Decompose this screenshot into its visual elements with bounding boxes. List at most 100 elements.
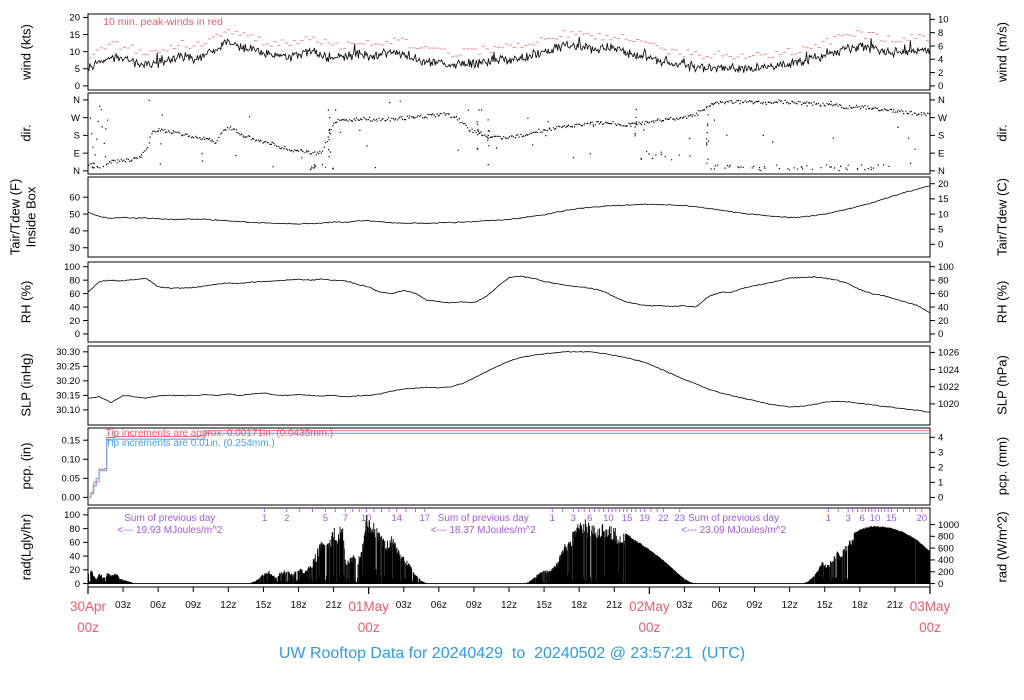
svg-text:<--- 18.37 MJoules/m^2: <--- 18.37 MJoules/m^2 [431, 525, 536, 536]
svg-text:6: 6 [938, 41, 943, 52]
panel-temp: 30 40 50 60 0 5 10 15 20 [69, 176, 949, 258]
svg-text:19: 19 [639, 513, 650, 524]
svg-text:06z: 06z [431, 600, 447, 611]
svg-text:0: 0 [938, 579, 943, 590]
svg-text:N: N [73, 166, 80, 177]
svg-text:E: E [938, 148, 944, 159]
svg-text:1: 1 [550, 513, 555, 524]
svg-text:N: N [938, 166, 945, 177]
svg-text:<--- 23.09 MJoules/m^2: <--- 23.09 MJoules/m^2 [681, 525, 786, 536]
svg-text:21z: 21z [887, 600, 903, 611]
svg-text:6: 6 [587, 513, 592, 524]
svg-text:40: 40 [938, 302, 949, 313]
svg-text:80: 80 [69, 275, 80, 286]
panel-pcp: 0.00 0.05 0.10 0.15 0 1 2 3 4 Tip increments are … [62, 427, 943, 506]
svg-text:1020: 1020 [938, 399, 959, 410]
svg-text:<--- 19.93 MJoules/m^2: <--- 19.93 MJoules/m^2 [117, 525, 222, 536]
svg-text:03z: 03z [115, 600, 131, 611]
svg-text:Tip increments are 0.01in. (0.: Tip increments are 0.01in. (0.254mm.) [106, 438, 275, 449]
svg-text:30.25: 30.25 [56, 362, 80, 373]
weather-dashboard: { "title": {"text": "UW Rooftop Data for… [0, 0, 1024, 700]
svg-text:100: 100 [64, 510, 80, 521]
svg-text:80: 80 [938, 275, 949, 286]
svg-text:2: 2 [938, 68, 943, 79]
svg-text:20: 20 [69, 13, 80, 24]
svg-text:Sum of previous day: Sum of previous day [438, 513, 529, 524]
svg-text:600: 600 [938, 543, 954, 554]
pcp-right-axis-label: pcp. (mm) [994, 436, 1010, 496]
svg-text:1024: 1024 [938, 365, 959, 376]
wind-right-axis-label: wind (m/s) [994, 22, 1010, 82]
svg-text:0.00: 0.00 [62, 493, 81, 504]
svg-text:10 min. peak-winds in red: 10 min. peak-winds in red [103, 16, 223, 28]
svg-text:10: 10 [603, 513, 614, 524]
svg-text:03z: 03z [676, 600, 692, 611]
svg-text:10: 10 [361, 513, 372, 524]
svg-text:W: W [71, 113, 80, 124]
svg-text:10: 10 [938, 15, 949, 26]
svg-text:3: 3 [938, 448, 943, 459]
temp-left-axis-label2: Inside Box [23, 186, 39, 248]
svg-text:6: 6 [860, 513, 865, 524]
slp-right-axis-label: SLP (hPa) [994, 355, 1010, 415]
svg-text:12z: 12z [782, 600, 798, 611]
svg-text:60: 60 [69, 538, 80, 549]
svg-text:400: 400 [938, 555, 954, 566]
svg-text:3: 3 [845, 513, 850, 524]
svg-text:09z: 09z [747, 600, 763, 611]
svg-text:7: 7 [343, 513, 348, 524]
svg-text:20: 20 [917, 513, 928, 524]
svg-text:10: 10 [69, 47, 80, 58]
svg-text:10: 10 [870, 513, 881, 524]
svg-text:30Apr: 30Apr [70, 599, 107, 614]
wind-left-axis-label: wind (kts) [18, 24, 34, 80]
svg-text:15z: 15z [255, 600, 271, 611]
svg-text:800: 800 [938, 532, 954, 543]
x-axis: 03z 06z 09z 12z 15z 18z 21z 03z 06z 09z 12z 15z 18z 2… [70, 587, 951, 635]
svg-text:10: 10 [938, 209, 949, 220]
svg-text:15z: 15z [817, 600, 833, 611]
svg-text:0: 0 [938, 81, 943, 92]
svg-text:15: 15 [886, 513, 897, 524]
svg-text:N: N [73, 95, 80, 106]
svg-text:00z: 00z [638, 620, 660, 635]
svg-text:1026: 1026 [938, 348, 959, 359]
svg-text:1022: 1022 [938, 382, 959, 393]
svg-text:22: 22 [658, 513, 669, 524]
svg-text:0: 0 [75, 329, 80, 340]
dir-left-axis-label: dir. [18, 124, 34, 142]
svg-text:18z: 18z [571, 600, 587, 611]
svg-text:N: N [938, 95, 945, 106]
svg-text:100: 100 [938, 262, 954, 273]
svg-text:20: 20 [69, 316, 80, 327]
svg-text:15: 15 [69, 30, 80, 41]
svg-text:30.15: 30.15 [56, 391, 80, 402]
svg-text:60: 60 [69, 289, 80, 300]
rh-right-axis-label: RH (%) [994, 280, 1010, 324]
svg-text:0: 0 [938, 329, 943, 340]
svg-text:0.15: 0.15 [62, 435, 81, 446]
panel-rh: 0 20 40 60 80 100 0 20 40 60 80 100 [64, 261, 954, 343]
svg-text:00z: 00z [358, 620, 380, 635]
svg-text:40: 40 [69, 302, 80, 313]
svg-text:Sum of previous day: Sum of previous day [688, 513, 779, 524]
svg-text:4: 4 [938, 55, 943, 66]
svg-text:30.20: 30.20 [56, 376, 80, 387]
svg-text:100: 100 [64, 262, 80, 273]
svg-text:5: 5 [323, 513, 328, 524]
svg-text:1: 1 [826, 513, 831, 524]
svg-text:06z: 06z [150, 600, 166, 611]
svg-text:1: 1 [262, 513, 267, 524]
slp-left-axis-label: SLP (inHg) [18, 353, 34, 417]
svg-text:14: 14 [391, 513, 402, 524]
temp-right-axis-label: Tair/Tdew (C) [994, 177, 1010, 257]
svg-text:2: 2 [938, 463, 943, 474]
svg-text:5: 5 [938, 225, 943, 236]
svg-text:50: 50 [69, 209, 80, 220]
svg-text:15z: 15z [536, 600, 552, 611]
svg-text:E: E [74, 148, 80, 159]
panel-dir: NESWNNESWN [71, 92, 947, 177]
svg-text:0.05: 0.05 [62, 474, 81, 485]
svg-text:60: 60 [938, 289, 949, 300]
svg-text:1: 1 [938, 478, 943, 489]
